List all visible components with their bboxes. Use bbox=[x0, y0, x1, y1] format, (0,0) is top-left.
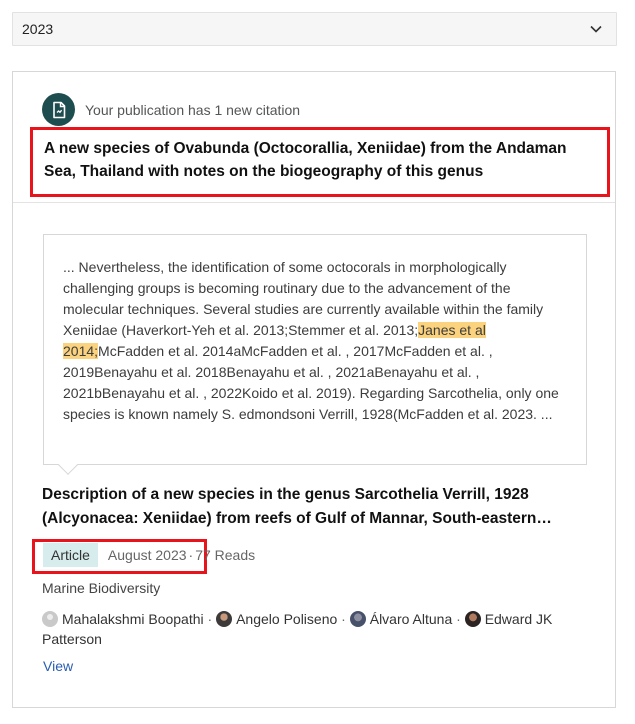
article-type-badge: Article bbox=[43, 543, 98, 567]
article-reads: 77 Reads bbox=[195, 547, 256, 563]
year-select[interactable]: 2023 bbox=[12, 12, 617, 46]
author-separator: · bbox=[337, 611, 350, 627]
view-link[interactable]: View bbox=[43, 658, 73, 674]
author-name: Álvaro Altuna bbox=[369, 611, 453, 627]
author-name: Angelo Poliseno bbox=[236, 611, 338, 627]
avatar bbox=[216, 611, 233, 627]
card-header: Your publication has 1 new citation A ne… bbox=[13, 72, 615, 203]
article-date: August 2023 bbox=[107, 547, 187, 563]
avatar bbox=[349, 611, 366, 627]
citing-article-title[interactable]: Description of a new species in the genu… bbox=[42, 483, 587, 531]
citation-context: ... Nevertheless, the identification of … bbox=[43, 234, 587, 465]
document-icon bbox=[42, 93, 75, 126]
author-separator: · bbox=[452, 611, 465, 627]
chevron-down-icon bbox=[590, 23, 602, 35]
citation-card: Your publication has 1 new citation A ne… bbox=[12, 71, 616, 708]
author-angelo-poliseno[interactable]: Angelo Poliseno bbox=[216, 611, 337, 627]
avatar bbox=[42, 611, 58, 627]
publication-title[interactable]: A new species of Ovabunda (Octocorallia,… bbox=[30, 127, 610, 197]
author-alvaro-altuna[interactable]: Álvaro Altuna bbox=[349, 611, 453, 627]
quote-text-after: McFadden et al. 2014aMcFadden et al. , 2… bbox=[63, 343, 559, 422]
journal-name: Marine Biodiversity bbox=[42, 580, 161, 596]
author-separator: · bbox=[203, 611, 217, 627]
meta-separator: · bbox=[188, 547, 194, 563]
notification-text: Your publication has 1 new citation bbox=[85, 101, 301, 118]
avatar bbox=[464, 611, 481, 627]
article-meta: Article August 2023 · 77 Reads bbox=[43, 543, 255, 567]
notification-row: Your publication has 1 new citation bbox=[42, 93, 300, 126]
author-list: Mahalakshmi Boopathi · Angelo Poliseno ·… bbox=[42, 609, 602, 649]
author-name: Mahalakshmi Boopathi bbox=[62, 611, 204, 627]
year-select-value: 2023 bbox=[22, 21, 54, 37]
author-mahalakshmi-boopathi[interactable]: Mahalakshmi Boopathi bbox=[42, 611, 204, 627]
